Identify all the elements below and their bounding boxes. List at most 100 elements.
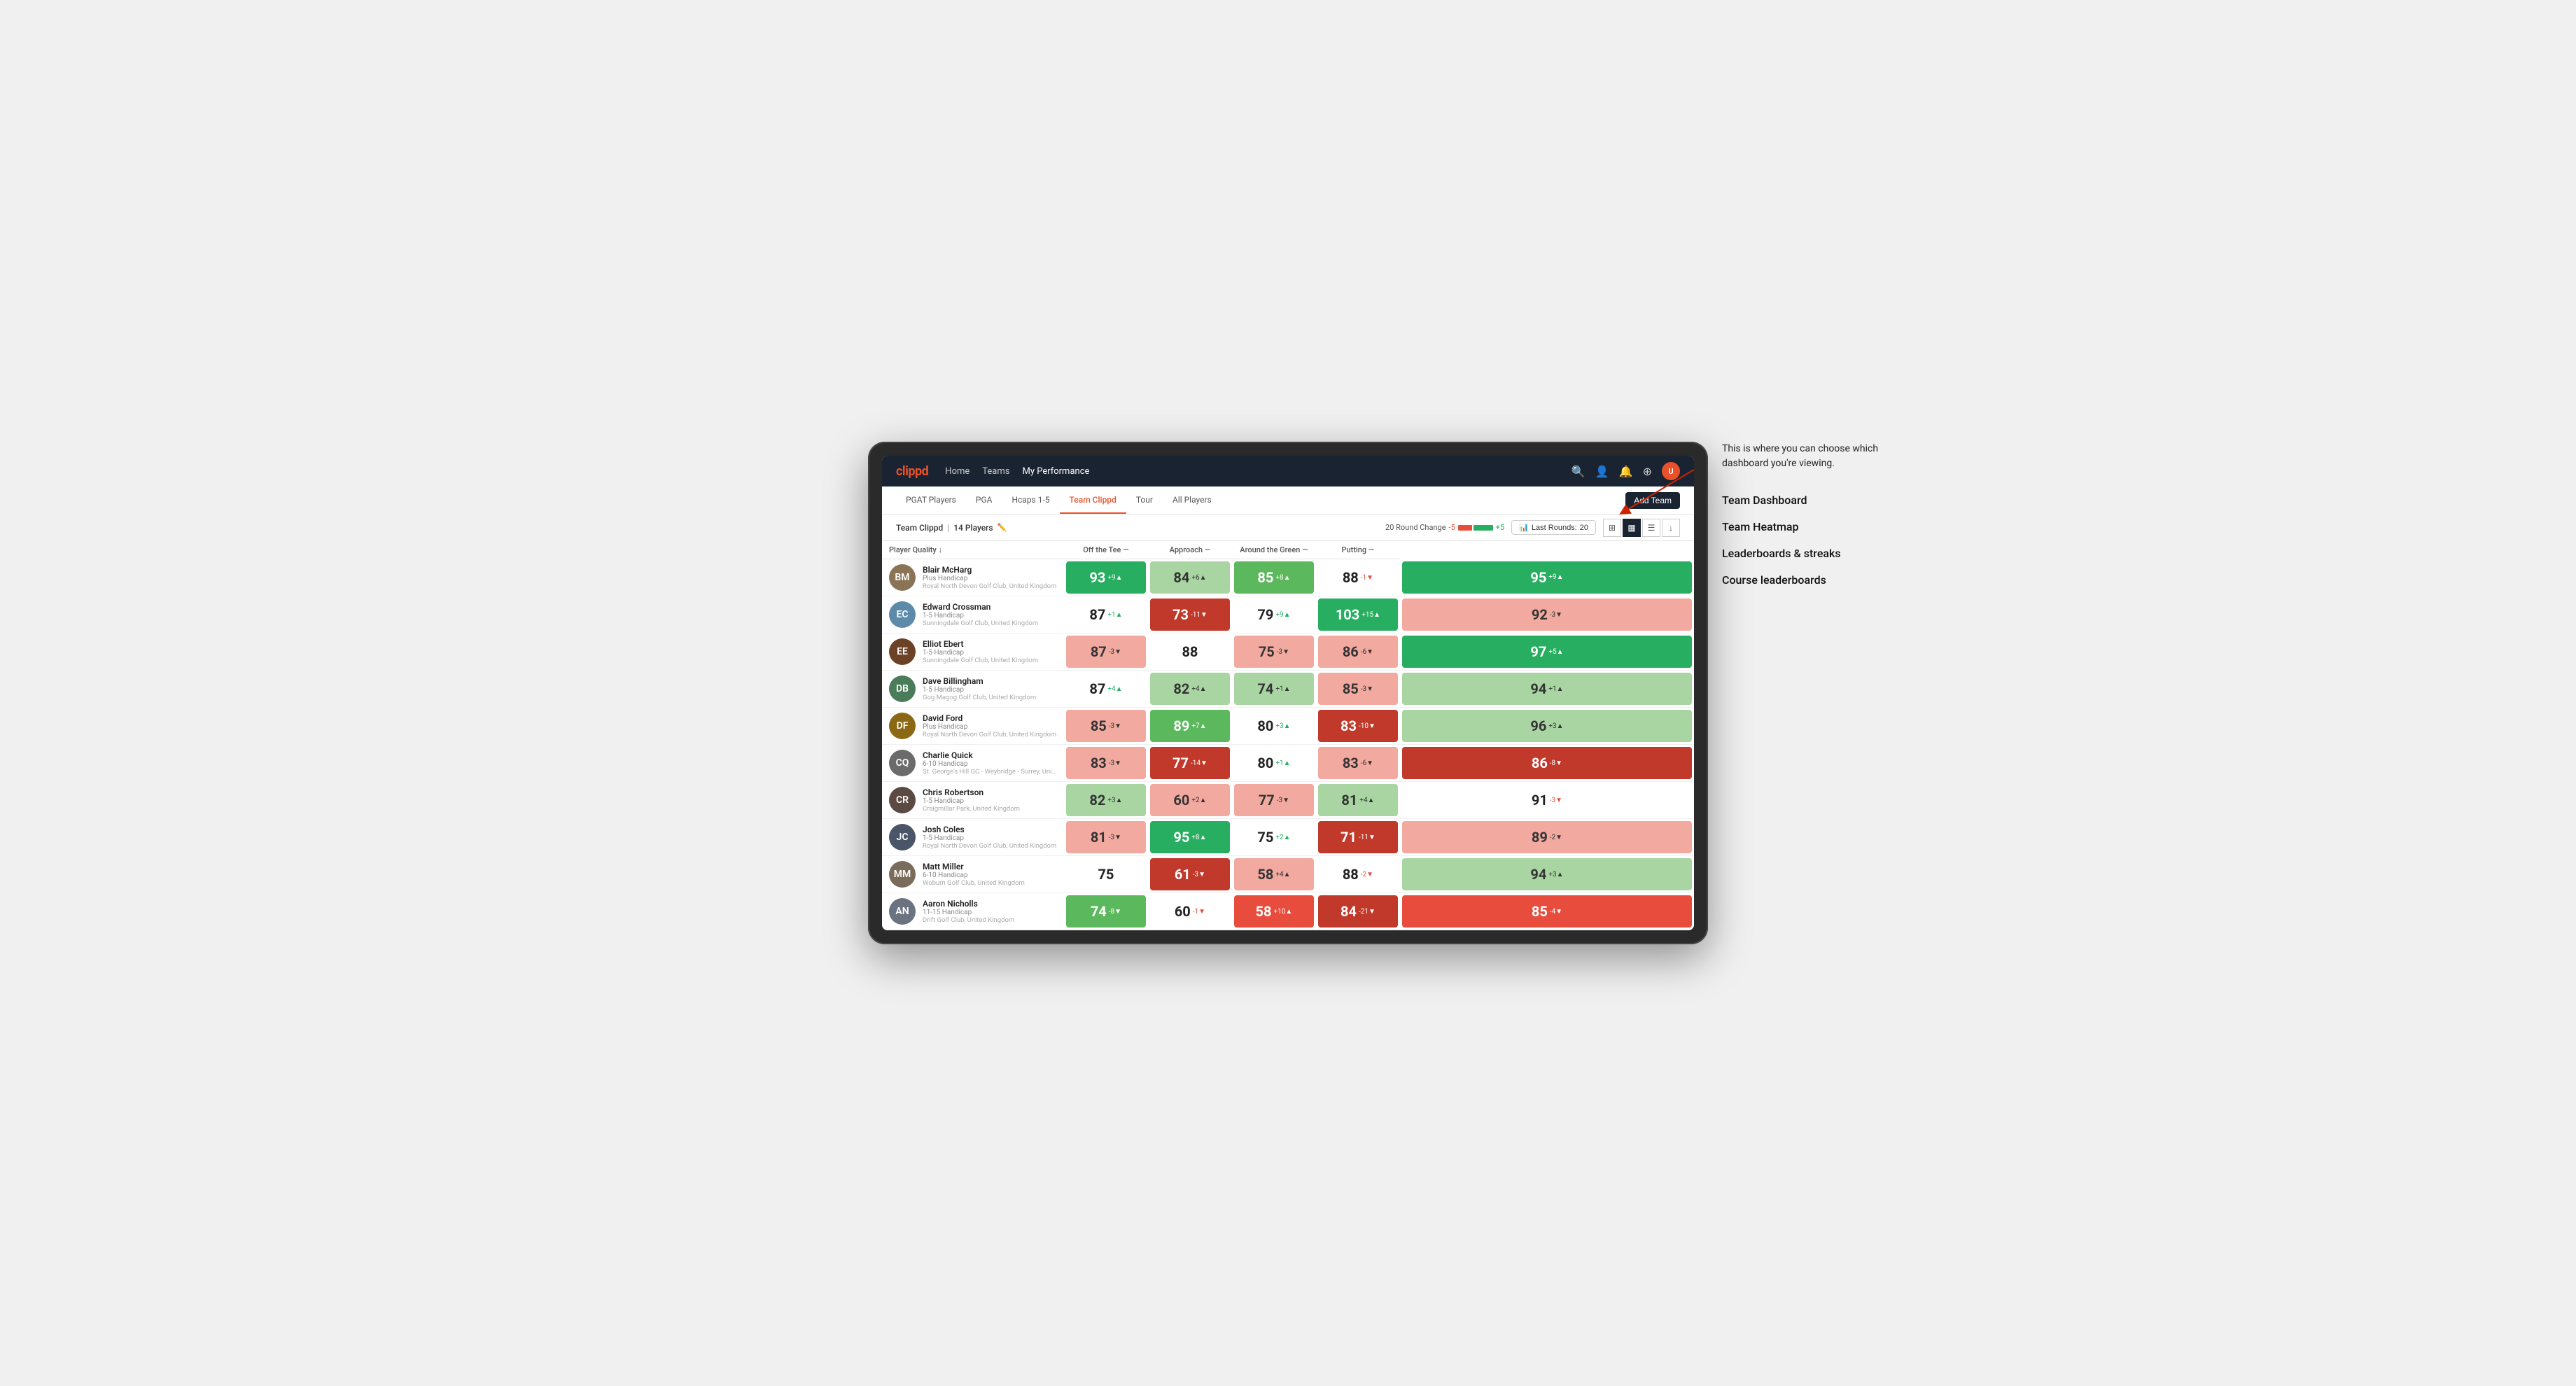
stat-around-green[interactable]: 88 -1▼ [1316, 559, 1400, 596]
stat-around-green[interactable]: 83 -6▼ [1316, 745, 1400, 782]
table-row[interactable]: EE Elliot Ebert 1-5 Handicap Sunningdale… [882, 634, 1694, 671]
last-rounds-button[interactable]: 📊 Last Rounds: 20 [1511, 520, 1596, 535]
stat-box: 88 -2▼ [1318, 858, 1398, 890]
stat-off-tee[interactable]: 61 -3▼ [1148, 856, 1232, 893]
stat-around-green[interactable]: 103 +15▲ [1316, 596, 1400, 634]
player-club: Royal North Devon Golf Club, United King… [923, 842, 1057, 850]
stat-putting[interactable]: 97 +5▲ [1400, 634, 1694, 671]
stat-value: 83 [1340, 718, 1357, 734]
stat-approach[interactable]: 85 +8▲ [1232, 559, 1316, 596]
table-row[interactable]: CR Chris Robertson 1-5 Handicap Craigmil… [882, 782, 1694, 819]
stat-player-quality[interactable]: 93 +9▲ [1064, 559, 1148, 596]
stat-putting[interactable]: 92 -3▼ [1400, 596, 1694, 634]
stat-off-tee[interactable]: 60 +2▲ [1148, 782, 1232, 819]
stat-approach[interactable]: 77 -3▼ [1232, 782, 1316, 819]
stat-value: 86 [1532, 755, 1548, 771]
stat-putting[interactable]: 91 -3▼ [1400, 782, 1694, 819]
stat-around-green[interactable]: 88 -2▼ [1316, 856, 1400, 893]
stat-off-tee[interactable]: 73 -11▼ [1148, 596, 1232, 634]
stat-player-quality[interactable]: 82 +3▲ [1064, 782, 1148, 819]
col-header-around-green[interactable]: Around the Green — [1232, 541, 1316, 559]
stat-putting[interactable]: 89 -2▼ [1400, 819, 1694, 856]
tab-pga[interactable]: PGA [966, 486, 1002, 514]
player-table: Player Quality ↓ Off the Tee — Approach … [882, 541, 1694, 930]
player-info: Edward Crossman 1-5 Handicap Sunningdale… [923, 602, 1057, 627]
stat-change: +9▲ [1275, 611, 1290, 619]
stat-around-green[interactable]: 81 +4▲ [1316, 782, 1400, 819]
table-row[interactable]: DF David Ford Plus Handicap Royal North … [882, 708, 1694, 745]
stat-off-tee[interactable]: 77 -14▼ [1148, 745, 1232, 782]
stat-box: 91 -3▼ [1402, 784, 1692, 816]
stat-off-tee[interactable]: 89 +7▲ [1148, 708, 1232, 745]
user-icon[interactable]: 👤 [1595, 465, 1609, 478]
stat-player-quality[interactable]: 81 -3▼ [1064, 819, 1148, 856]
stat-off-tee[interactable]: 88 [1148, 634, 1232, 671]
tab-pgat[interactable]: PGAT Players [896, 486, 966, 514]
round-change: 20 Round Change -5 +5 [1385, 523, 1504, 532]
stat-off-tee[interactable]: 84 +6▲ [1148, 559, 1232, 596]
stat-player-quality[interactable]: 87 -3▼ [1064, 634, 1148, 671]
table-row[interactable]: AN Aaron Nicholls 11-15 Handicap Drift G… [882, 893, 1694, 930]
stat-off-tee[interactable]: 82 +4▲ [1148, 671, 1232, 708]
nav-link-teams[interactable]: Teams [982, 466, 1009, 477]
stat-putting[interactable]: 96 +3▲ [1400, 708, 1694, 745]
stat-around-green[interactable]: 83 -10▼ [1316, 708, 1400, 745]
stat-player-quality[interactable]: 75 [1064, 856, 1148, 893]
stat-around-green[interactable]: 71 -11▼ [1316, 819, 1400, 856]
stat-box: 58 +10▲ [1234, 895, 1314, 927]
table-row[interactable]: BM Blair McHarg Plus Handicap Royal Nort… [882, 559, 1694, 596]
table-row[interactable]: MM Matt Miller 6-10 Handicap Woburn Golf… [882, 856, 1694, 893]
grid-view-button[interactable]: ⊞ [1603, 519, 1621, 537]
stat-around-green[interactable]: 86 -6▼ [1316, 634, 1400, 671]
stat-player-quality[interactable]: 87 +4▲ [1064, 671, 1148, 708]
stat-approach[interactable]: 80 +1▲ [1232, 745, 1316, 782]
stat-putting[interactable]: 85 -4▼ [1400, 893, 1694, 930]
table-row[interactable]: EC Edward Crossman 1-5 Handicap Sunningd… [882, 596, 1694, 634]
stat-around-green[interactable]: 84 -21▼ [1316, 893, 1400, 930]
heatmap-view-button[interactable]: ▦ [1623, 519, 1641, 537]
stat-player-quality[interactable]: 74 -8▼ [1064, 893, 1148, 930]
tab-hcaps[interactable]: Hcaps 1-5 [1002, 486, 1059, 514]
stat-off-tee[interactable]: 95 +8▲ [1148, 819, 1232, 856]
table-row[interactable]: DB Dave Billingham 1-5 Handicap Gog Mago… [882, 671, 1694, 708]
list-view-button[interactable]: ☰ [1642, 519, 1660, 537]
stat-player-quality[interactable]: 85 -3▼ [1064, 708, 1148, 745]
search-icon[interactable]: 🔍 [1572, 465, 1586, 478]
stat-value: 88 [1343, 569, 1359, 586]
stat-putting[interactable]: 95 +9▲ [1400, 559, 1694, 596]
stat-approach[interactable]: 80 +3▲ [1232, 708, 1316, 745]
stat-box: 84 +6▲ [1150, 561, 1230, 594]
download-button[interactable]: ↓ [1662, 519, 1680, 537]
col-header-off-tee[interactable]: Off the Tee — [1064, 541, 1148, 559]
team-title: Team Clippd | 14 Players ✏️ [896, 523, 1007, 533]
nav-link-home[interactable]: Home [945, 466, 969, 477]
stat-approach[interactable]: 75 -3▼ [1232, 634, 1316, 671]
stat-change: +2▲ [1275, 834, 1290, 841]
stat-change: -11▼ [1359, 834, 1376, 841]
stat-approach[interactable]: 79 +9▲ [1232, 596, 1316, 634]
stat-approach[interactable]: 75 +2▲ [1232, 819, 1316, 856]
nav-link-performance[interactable]: My Performance [1022, 466, 1089, 477]
stat-player-quality[interactable]: 87 +1▲ [1064, 596, 1148, 634]
stat-off-tee[interactable]: 60 -1▼ [1148, 893, 1232, 930]
stat-value: 95 [1530, 569, 1546, 586]
stat-player-quality[interactable]: 83 -3▼ [1064, 745, 1148, 782]
stat-approach[interactable]: 58 +4▲ [1232, 856, 1316, 893]
stat-approach[interactable]: 74 +1▲ [1232, 671, 1316, 708]
tab-tour[interactable]: Tour [1126, 486, 1163, 514]
edit-icon[interactable]: ✏️ [997, 523, 1007, 532]
tab-team-clippd[interactable]: Team Clippd [1060, 486, 1126, 514]
col-header-putting[interactable]: Putting — [1316, 541, 1400, 559]
tab-all-players[interactable]: All Players [1163, 486, 1222, 514]
col-header-player[interactable]: Player Quality ↓ [882, 541, 1064, 559]
stat-putting[interactable]: 86 -8▼ [1400, 745, 1694, 782]
col-header-approach[interactable]: Approach — [1148, 541, 1232, 559]
stat-putting[interactable]: 94 +1▲ [1400, 671, 1694, 708]
table-row[interactable]: CQ Charlie Quick 6-10 Handicap St. Georg… [882, 745, 1694, 782]
stat-value: 83 [1343, 755, 1359, 771]
stat-around-green[interactable]: 85 -3▼ [1316, 671, 1400, 708]
stat-putting[interactable]: 94 +3▲ [1400, 856, 1694, 893]
player-cell: CQ Charlie Quick 6-10 Handicap St. Georg… [882, 745, 1064, 782]
table-row[interactable]: JC Josh Coles 1-5 Handicap Royal North D… [882, 819, 1694, 856]
stat-approach[interactable]: 58 +10▲ [1232, 893, 1316, 930]
